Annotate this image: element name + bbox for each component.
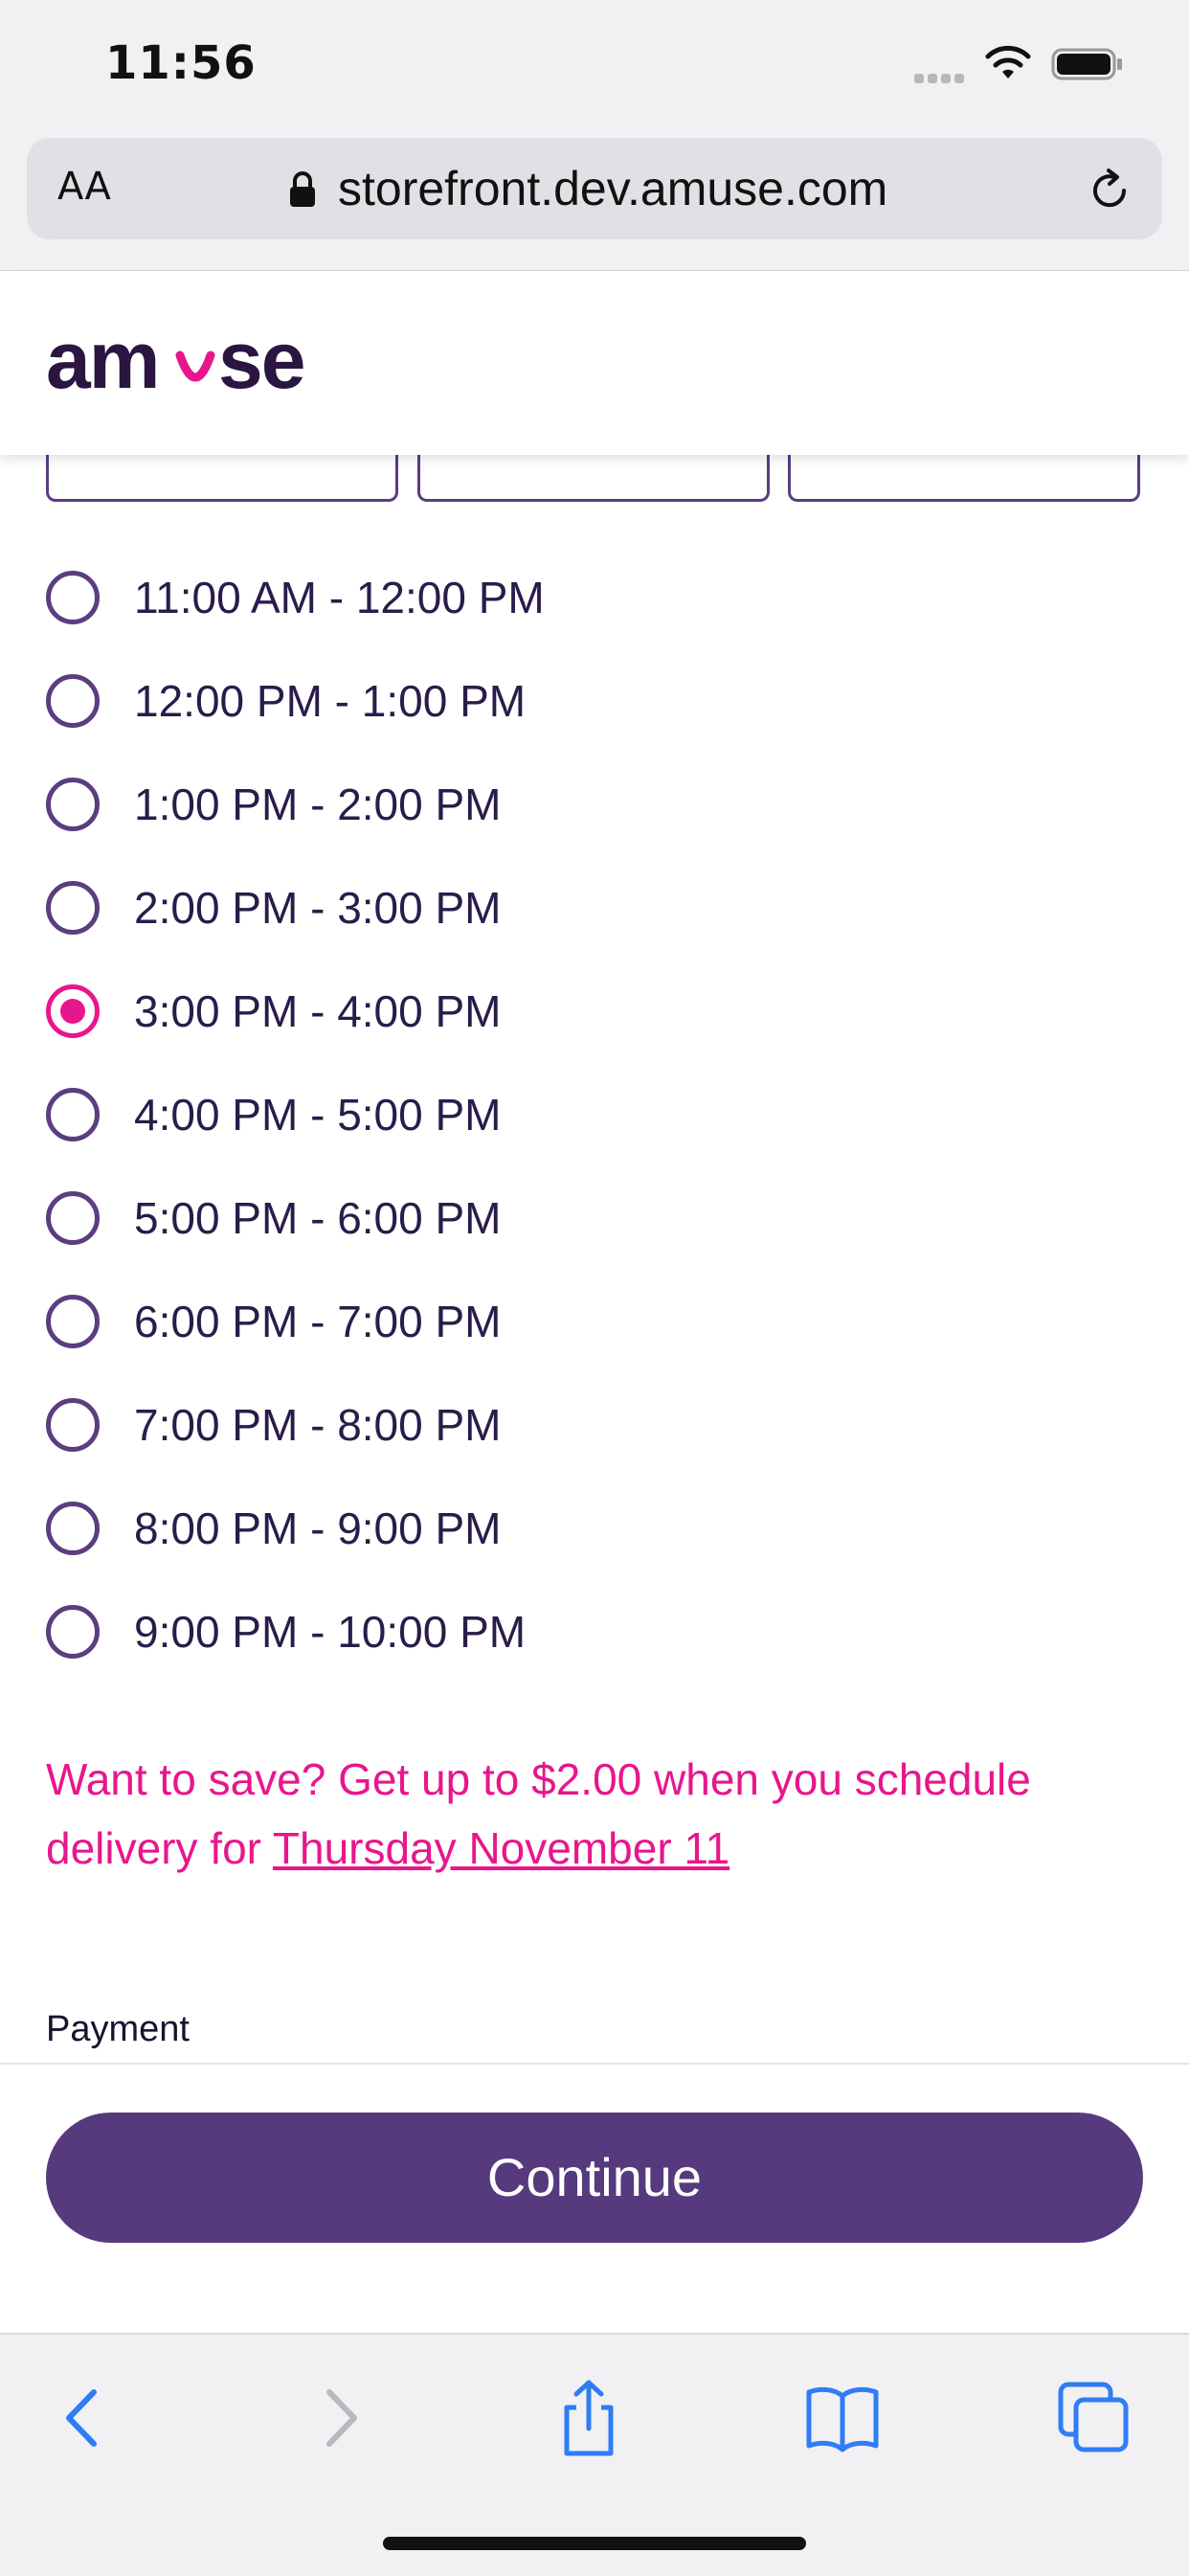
status-bar: 11:56 xyxy=(0,0,1189,134)
reload-icon[interactable] xyxy=(1086,167,1133,215)
time-slot-option[interactable]: 5:00 PM - 6:00 PM xyxy=(46,1185,716,1252)
time-slot-option[interactable]: 11:00 AM - 12:00 PM xyxy=(46,564,716,631)
status-time: 11:56 xyxy=(105,36,257,90)
time-slot-option[interactable]: 6:00 PM - 7:00 PM xyxy=(46,1288,716,1355)
cellular-signal-icon xyxy=(914,69,968,83)
amuse-logo[interactable]: am se xyxy=(46,321,333,407)
share-icon[interactable] xyxy=(546,2375,632,2461)
continue-button[interactable]: Continue xyxy=(46,2113,1143,2243)
back-icon[interactable] xyxy=(40,2375,126,2461)
savings-promo: Want to save? Get up to $2.00 when you s… xyxy=(46,1745,1137,1883)
text-size-button[interactable]: AA xyxy=(57,165,111,209)
lock-icon xyxy=(290,171,315,207)
time-slot-label: 6:00 PM - 7:00 PM xyxy=(134,1297,502,1346)
bookmarks-icon[interactable] xyxy=(799,2375,886,2461)
address-bar[interactable]: AA storefront.dev.amuse.com xyxy=(27,138,1162,239)
svg-text:se: se xyxy=(218,321,303,405)
time-slot-option-selected[interactable]: 3:00 PM - 4:00 PM xyxy=(46,978,716,1045)
payment-section-heading: Payment xyxy=(46,2009,190,2049)
time-slot-label: 11:00 AM - 12:00 PM xyxy=(134,573,545,622)
browser-address-area: AA storefront.dev.amuse.com xyxy=(0,134,1189,272)
radio-button[interactable] xyxy=(46,1605,100,1659)
battery-icon xyxy=(1051,48,1122,80)
radio-button-selected[interactable] xyxy=(46,984,100,1038)
time-slot-label: 9:00 PM - 10:00 PM xyxy=(134,1607,527,1657)
radio-button[interactable] xyxy=(46,571,100,624)
time-slot-option[interactable]: 7:00 PM - 8:00 PM xyxy=(46,1391,716,1458)
radio-button[interactable] xyxy=(46,674,100,728)
radio-button[interactable] xyxy=(46,778,100,831)
time-slot-label: 3:00 PM - 4:00 PM xyxy=(134,986,502,1036)
time-slot-label: 1:00 PM - 2:00 PM xyxy=(134,780,502,829)
url-text[interactable]: storefront.dev.amuse.com xyxy=(338,161,887,216)
radio-button[interactable] xyxy=(46,1088,100,1141)
tabs-icon[interactable] xyxy=(1051,2375,1137,2461)
radio-button[interactable] xyxy=(46,1295,100,1348)
time-slot-option[interactable]: 1:00 PM - 2:00 PM xyxy=(46,771,716,838)
checkout-footer: Continue xyxy=(0,2063,1189,2335)
time-slot-option[interactable]: 4:00 PM - 5:00 PM xyxy=(46,1081,716,1148)
time-slot-label: 7:00 PM - 8:00 PM xyxy=(134,1400,502,1450)
time-slot-option[interactable]: 12:00 PM - 1:00 PM xyxy=(46,667,716,734)
time-slot-option[interactable]: 9:00 PM - 10:00 PM xyxy=(46,1598,716,1665)
time-slot-label: 4:00 PM - 5:00 PM xyxy=(134,1090,502,1140)
promo-date-link[interactable]: Thursday November 11 xyxy=(273,1823,729,1873)
forward-icon[interactable] xyxy=(297,2375,383,2461)
radio-button[interactable] xyxy=(46,881,100,935)
time-slot-option[interactable]: 2:00 PM - 3:00 PM xyxy=(46,874,716,941)
radio-button[interactable] xyxy=(46,1502,100,1555)
radio-button[interactable] xyxy=(46,1191,100,1245)
time-slot-label: 5:00 PM - 6:00 PM xyxy=(134,1193,502,1243)
time-slot-label: 8:00 PM - 9:00 PM xyxy=(134,1503,502,1553)
app-header: am se xyxy=(0,271,1189,455)
svg-text:am: am xyxy=(46,321,158,405)
home-indicator xyxy=(383,2537,806,2550)
time-slot-label: 2:00 PM - 3:00 PM xyxy=(134,883,502,933)
time-slot-label: 12:00 PM - 1:00 PM xyxy=(134,676,527,726)
radio-button[interactable] xyxy=(46,1398,100,1452)
wifi-icon xyxy=(985,45,1031,79)
time-slot-option[interactable]: 8:00 PM - 9:00 PM xyxy=(46,1495,716,1562)
